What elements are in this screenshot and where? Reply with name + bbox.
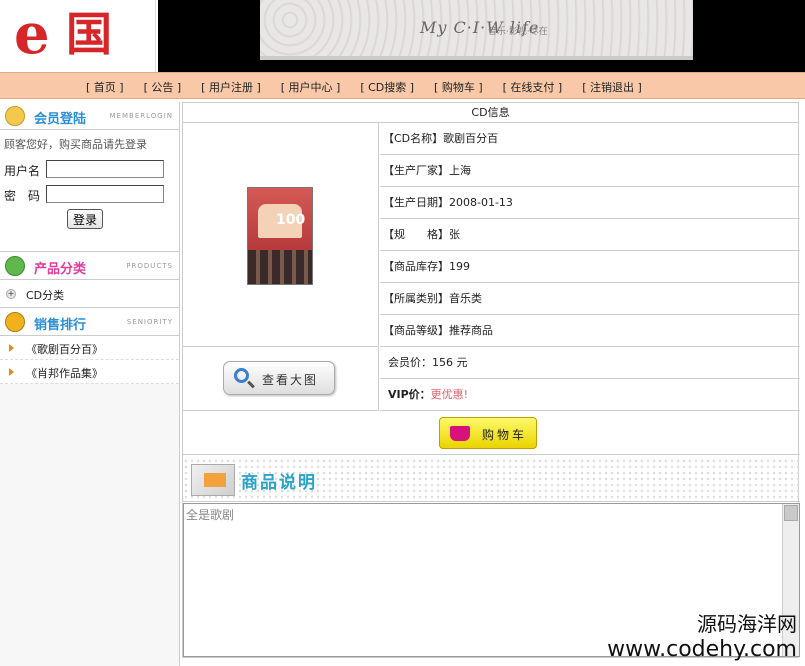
login-form: 顾客您好，购买商品请先登录 用户名 密 码 登录 xyxy=(0,130,179,252)
ranking-header: 销售排行 SENIORITY xyxy=(0,308,179,336)
ranking-item[interactable]: 《歌剧百分百》 xyxy=(0,336,179,360)
password-label: 密 码 xyxy=(4,189,41,203)
username-input[interactable] xyxy=(46,160,164,178)
nav-user-center[interactable]: [ 用户中心 ] xyxy=(281,79,341,95)
banner-subtitle: 音乐·影视·尽在 xyxy=(488,27,548,37)
vip-price-value: 更优惠! xyxy=(430,388,469,401)
scroll-thumb[interactable] xyxy=(784,505,798,521)
nav-home[interactable]: [ 首页 ] xyxy=(86,79,124,95)
ranking-item-label[interactable]: 《歌剧百分百》 xyxy=(26,341,103,357)
attr-stock: 【商品库存】199 xyxy=(380,251,800,283)
category-title: 产品分类 xyxy=(34,262,87,277)
nav-cd-search[interactable]: [ CD搜索 ] xyxy=(360,79,414,95)
ranking-icon xyxy=(5,312,25,332)
category-item[interactable]: + CD分类 xyxy=(0,280,179,308)
arrow-right-icon xyxy=(9,344,14,352)
member-icon xyxy=(5,106,25,126)
ranking-item-label[interactable]: 《肖邦作品集》 xyxy=(26,365,103,381)
category-subtitle: PRODUCTS xyxy=(126,262,173,270)
logo-letter: e xyxy=(14,1,50,67)
attr-production-date: 【生产日期】2008-01-13 xyxy=(380,187,800,219)
add-to-cart-button[interactable]: 购物车 xyxy=(439,417,537,449)
login-greeting: 顾客您好，购买商品请先登录 xyxy=(4,138,147,151)
cart-cell: 购物车 xyxy=(183,411,800,455)
login-button[interactable]: 登录 xyxy=(67,209,103,229)
banner-image: My C·I·W life 音乐·影视·尽在 xyxy=(260,0,693,60)
header: e 国 My C·I·W life 音乐·影视·尽在 xyxy=(0,0,805,72)
ranking-item[interactable]: 《肖邦作品集》 xyxy=(0,360,179,384)
watermark-line1: 源码海洋网 xyxy=(697,612,797,636)
expand-plus-icon[interactable]: + xyxy=(6,289,16,299)
ranking-title: 销售排行 xyxy=(34,318,87,333)
nav-logout[interactable]: [ 注销退出 ] xyxy=(582,79,642,95)
username-label: 用户名 xyxy=(4,164,41,178)
site-logo[interactable]: e 国 xyxy=(0,0,156,72)
attr-grade: 【商品等级】推荐商品 xyxy=(380,315,800,347)
attr-cd-name: 【CD名称】歌剧百分百 xyxy=(380,123,800,155)
top-banner: My C·I·W life 音乐·影视·尽在 xyxy=(158,0,805,72)
nav-notice[interactable]: [ 公告 ] xyxy=(144,79,182,95)
box-icon xyxy=(191,464,235,496)
cd-cover-image[interactable]: 100 xyxy=(247,187,313,285)
vip-price-label: VIP价： xyxy=(388,388,431,401)
description-title: 商品说明 xyxy=(241,473,317,493)
category-item-label: CD分类 xyxy=(26,289,65,302)
ranking-subtitle: SENIORITY xyxy=(126,318,173,326)
attr-category: 【所属类别】音乐类 xyxy=(380,283,800,315)
description-header: 商品说明 xyxy=(183,458,800,502)
nav-payment[interactable]: [ 在线支付 ] xyxy=(503,79,563,95)
section-title: CD信息 xyxy=(183,103,798,123)
vip-price-row: VIP价：更优惠! xyxy=(380,379,800,411)
view-large-image-button[interactable]: 查看大图 xyxy=(223,361,335,395)
attr-spec: 【规 格】张 xyxy=(380,219,800,251)
member-price: 会员价：156 元 xyxy=(380,347,800,379)
nav-cart[interactable]: [ 购物车 ] xyxy=(434,79,483,95)
product-image-cell: 100 xyxy=(183,123,379,347)
watermark-line2: www.codehy.com xyxy=(607,637,797,662)
add-to-cart-label: 购物车 xyxy=(482,428,528,442)
nav-register[interactable]: [ 用户注册 ] xyxy=(201,79,261,95)
left-sidebar: 会员登陆 MEMBERLOGIN 顾客您好，购买商品请先登录 用户名 密 码 登… xyxy=(0,102,180,666)
basket-icon xyxy=(450,426,470,441)
password-input[interactable] xyxy=(46,185,164,203)
description-text: 全是歌剧 xyxy=(186,508,235,522)
login-subtitle: MEMBERLOGIN xyxy=(109,112,173,120)
main-nav: [ 首页 ] [ 公告 ] [ 用户注册 ] [ 用户中心 ] [ CD搜索 ]… xyxy=(0,72,805,99)
view-large-image-label: 查看大图 xyxy=(262,373,319,387)
magnifier-icon xyxy=(234,368,249,383)
category-header: 产品分类 PRODUCTS xyxy=(0,252,179,280)
category-icon xyxy=(5,256,25,276)
login-header: 会员登陆 MEMBERLOGIN xyxy=(0,102,179,130)
arrow-right-icon xyxy=(9,368,14,376)
watermark: 源码海洋网 www.codehy.com xyxy=(607,608,797,662)
zoom-cell: 查看大图 xyxy=(183,347,379,411)
login-title: 会员登陆 xyxy=(34,112,87,127)
cover-number: 100 xyxy=(276,212,306,228)
product-detail: 100 【CD名称】歌剧百分百 【生产厂家】上海 【生产日期】2008-01-1… xyxy=(183,123,800,455)
product-panel: CD信息 100 【CD名称】歌剧百分百 【生产厂家】上海 【生产日期】2008… xyxy=(182,102,800,658)
logo-char: 国 xyxy=(66,7,112,61)
attr-manufacturer: 【生产厂家】上海 xyxy=(380,155,800,187)
